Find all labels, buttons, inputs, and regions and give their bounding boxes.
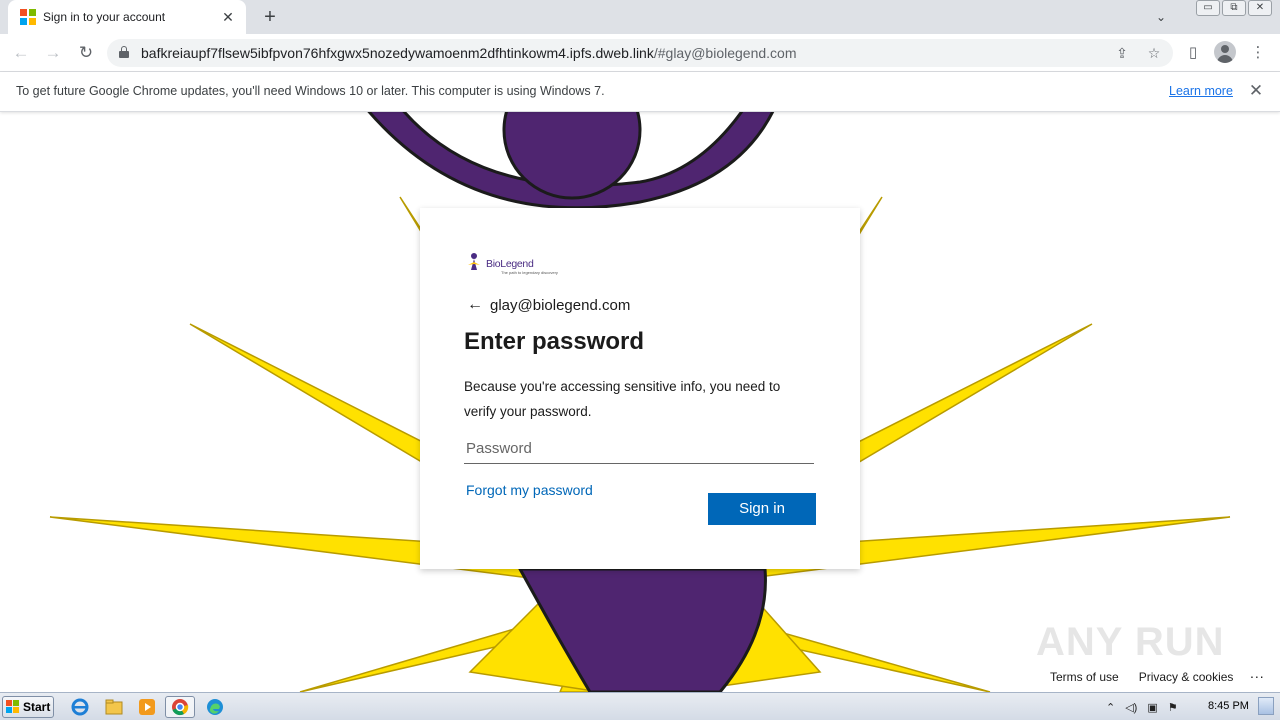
- forgot-password-link[interactable]: Forgot my password: [466, 482, 593, 498]
- media-player-icon[interactable]: [135, 696, 159, 718]
- terms-of-use-link[interactable]: Terms of use: [1050, 670, 1119, 684]
- action-center-flag-icon[interactable]: ⚑: [1168, 701, 1178, 714]
- password-input[interactable]: [464, 434, 814, 464]
- tab-search-icon[interactable]: ⌄: [1150, 6, 1172, 28]
- tab-strip: Sign in to your account ✕ + ⌄ ▭ ⧉ ✕: [0, 0, 1280, 34]
- sign-in-button[interactable]: Sign in: [708, 493, 816, 525]
- reload-button[interactable]: ↻: [74, 41, 98, 65]
- new-tab-button[interactable]: +: [258, 5, 282, 29]
- biolegend-figure-icon: [468, 253, 480, 270]
- chrome-taskbar-icon[interactable]: [165, 696, 195, 718]
- anyrun-watermark: ANY RUN: [1036, 612, 1236, 672]
- browser-tab[interactable]: Sign in to your account ✕: [8, 0, 246, 34]
- logo-name: BioLegend: [486, 258, 534, 270]
- microsoft-logo-icon: [20, 9, 36, 25]
- identity-email: glay@biolegend.com: [490, 296, 631, 314]
- watermark-text: ANY RUN: [1036, 620, 1225, 664]
- back-arrow-icon[interactable]: ←: [467, 296, 487, 314]
- infobar-message: To get future Google Chrome updates, you…: [16, 84, 605, 98]
- address-bar[interactable]: bafkreiaupf7flsew5ibfpvon76hfxgwx5nozedy…: [107, 39, 1173, 67]
- page-viewport: BioLegend The path to legendary discover…: [0, 112, 1280, 692]
- learn-more-link[interactable]: Learn more: [1169, 84, 1233, 98]
- speaker-icon[interactable]: ◁): [1125, 701, 1137, 714]
- profile-avatar-icon[interactable]: [1214, 41, 1236, 63]
- url-text[interactable]: bafkreiaupf7flsew5ibfpvon76hfxgwx5nozedy…: [141, 45, 797, 61]
- chrome-menu-icon[interactable]: ⋮: [1247, 42, 1269, 64]
- window-controls: ▭ ⧉ ✕: [1196, 0, 1272, 16]
- start-button[interactable]: Start: [2, 696, 54, 718]
- windows-taskbar: Start ⌃ ◁) ▣ ⚑ 8:45 PM: [0, 692, 1280, 720]
- identity-row[interactable]: ← glay@biolegend.com: [467, 295, 630, 315]
- minimize-button[interactable]: ▭: [1196, 0, 1220, 16]
- tab-title: Sign in to your account: [43, 10, 166, 24]
- bookmark-star-icon[interactable]: ☆: [1145, 44, 1163, 62]
- biolegend-logo: BioLegend The path to legendary discover…: [465, 252, 565, 278]
- close-window-button[interactable]: ✕: [1248, 0, 1272, 16]
- signin-card: BioLegend The path to legendary discover…: [420, 208, 860, 569]
- system-tray: ⌃ ◁) ▣ ⚑: [1106, 696, 1178, 718]
- side-panel-icon[interactable]: ▯: [1182, 42, 1204, 64]
- lock-icon[interactable]: [119, 46, 129, 58]
- tab-close-icon[interactable]: ✕: [218, 7, 238, 27]
- tray-expand-icon[interactable]: ⌃: [1106, 701, 1115, 714]
- back-button[interactable]: ←: [9, 41, 33, 65]
- windows-flag-icon: [6, 700, 20, 714]
- show-desktop-button[interactable]: [1258, 697, 1274, 715]
- forward-button[interactable]: →: [41, 41, 65, 65]
- browser-toolbar: ← → ↻ bafkreiaupf7flsew5ibfpvon76hfxgwx5…: [0, 34, 1280, 72]
- file-explorer-icon[interactable]: [102, 696, 126, 718]
- update-infobar: To get future Google Chrome updates, you…: [0, 72, 1280, 112]
- logo-tagline: The path to legendary discovery: [501, 270, 558, 275]
- internet-explorer-icon[interactable]: [68, 696, 92, 718]
- privacy-cookies-link[interactable]: Privacy & cookies: [1139, 670, 1234, 684]
- start-label: Start: [23, 700, 51, 714]
- infobar-close-icon[interactable]: ✕: [1246, 81, 1266, 101]
- footer-more-button[interactable]: ...: [1250, 665, 1265, 681]
- network-icon[interactable]: ▣: [1147, 701, 1157, 714]
- edge-icon[interactable]: [203, 696, 227, 718]
- signin-description: Because you're accessing sensitive info,…: [464, 379, 781, 419]
- share-icon[interactable]: ⇪: [1113, 44, 1131, 62]
- restore-button[interactable]: ⧉: [1222, 0, 1246, 16]
- taskbar-clock[interactable]: 8:45 PM: [1208, 700, 1249, 712]
- page-footer: Terms of use Privacy & cookies: [1050, 670, 1233, 684]
- page-title: Enter password: [464, 328, 645, 355]
